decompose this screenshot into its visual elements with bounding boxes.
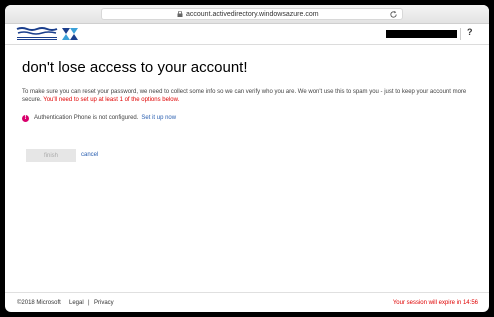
browser-toolbar: account.activedirectory.windowsazure.com — [5, 5, 489, 24]
description: To make sure you can reset your password… — [22, 88, 477, 104]
reload-icon[interactable] — [389, 10, 398, 19]
university-logo — [12, 26, 84, 42]
finish-button[interactable]: finish — [26, 149, 76, 162]
browser-window: account.activedirectory.windowsazure.com… — [5, 5, 489, 312]
footer: ©2018 Microsoft Legal | Privacy Your ses… — [5, 292, 489, 312]
help-icon[interactable]: ? — [467, 27, 473, 37]
header-divider — [460, 28, 461, 40]
account-name-redacted[interactable] — [386, 30, 457, 38]
url-text: account.activedirectory.windowsazure.com — [186, 11, 319, 18]
notice-text: Authentication Phone is not configured. — [34, 115, 139, 121]
address-bar[interactable]: account.activedirectory.windowsazure.com — [101, 8, 403, 20]
lock-icon — [177, 11, 183, 17]
legal-link[interactable]: Legal — [69, 300, 84, 306]
footer-separator: | — [88, 300, 90, 306]
privacy-link[interactable]: Privacy — [94, 300, 114, 306]
app-header: ? — [5, 24, 489, 45]
setup-link[interactable]: Set it up now — [141, 114, 176, 123]
session-timer: Your session will expire in 14:56 — [392, 300, 478, 306]
page-title: don't lose access to your account! — [22, 59, 248, 76]
requirement-text: You'll need to set up at least 1 of the … — [43, 97, 180, 103]
alert-icon: ! — [22, 115, 29, 122]
auth-phone-notice: ! Authentication Phone is not configured… — [22, 114, 176, 123]
cancel-link[interactable]: cancel — [81, 152, 98, 158]
copyright-text: ©2018 Microsoft — [17, 300, 61, 306]
